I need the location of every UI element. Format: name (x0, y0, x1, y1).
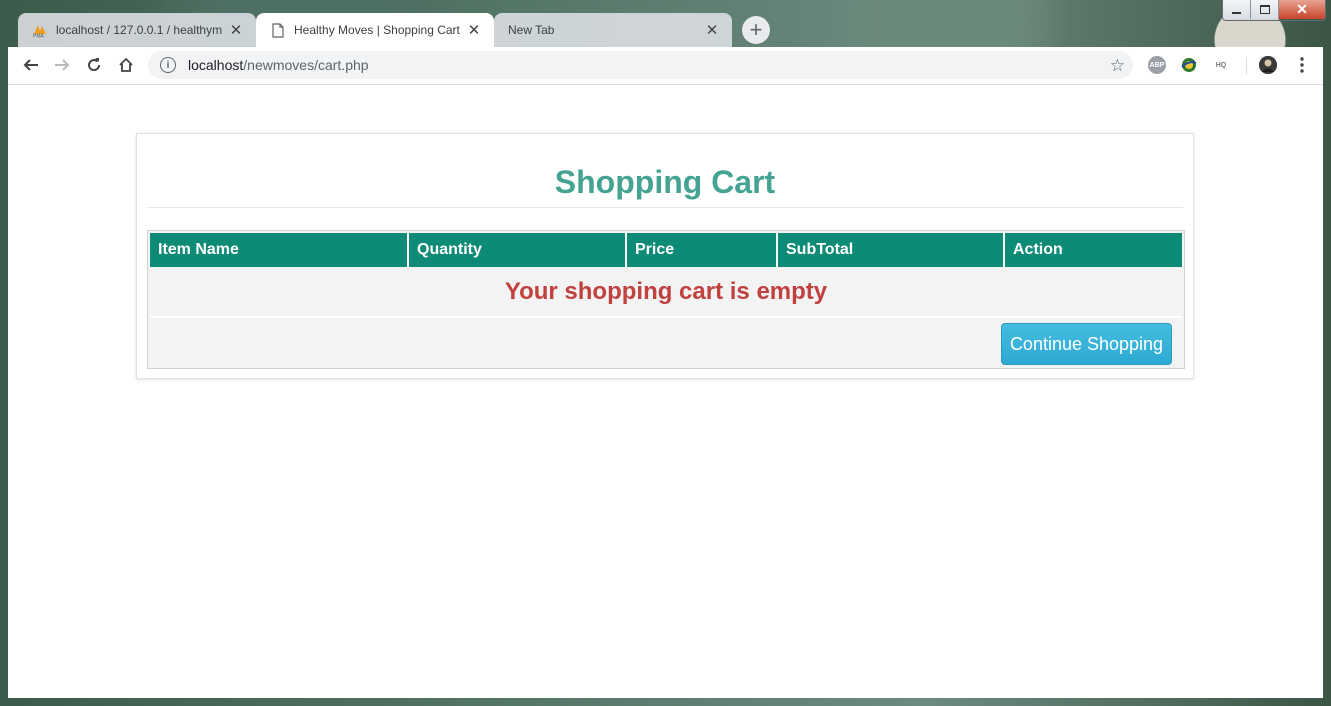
minimize-button[interactable] (1223, 0, 1251, 19)
maximize-icon (1259, 5, 1270, 14)
new-tab-button[interactable]: + (742, 16, 770, 44)
back-button[interactable] (20, 54, 42, 76)
address-bar[interactable]: i localhost/newmoves/cart.php ☆ (148, 51, 1133, 79)
tab-title: New Tab (508, 23, 555, 37)
tab-title: localhost / 127.0.0.1 / healthymo (56, 23, 222, 37)
arrow-right-icon (55, 59, 70, 71)
cart-panel: Shopping Cart Item Name Quantity Price S… (136, 133, 1194, 379)
arrow-left-icon (23, 59, 38, 71)
browser-toolbar: i localhost/newmoves/cart.php ☆ ABP HQ (8, 47, 1323, 85)
avatar[interactable] (1259, 56, 1277, 74)
pma-icon: PMA (32, 22, 48, 38)
minimize-icon (1232, 11, 1241, 14)
globe-extension-icon[interactable] (1180, 56, 1198, 74)
column-header-subtotal: SubTotal (778, 233, 1005, 267)
window-close-button[interactable]: ✕ (1279, 0, 1325, 19)
reload-icon (88, 58, 101, 72)
browser-window: ✕ PMA localhost / 127.0.0.1 / healthymo … (0, 0, 1331, 706)
page-icon (270, 22, 286, 38)
column-header-quantity: Quantity (409, 233, 627, 267)
title-divider (147, 207, 1183, 208)
window-controls: ✕ (1222, 0, 1326, 21)
cloudhq-icon[interactable]: HQ (1212, 56, 1230, 74)
plus-icon: + (749, 17, 763, 42)
toolbar-divider (1246, 57, 1247, 75)
tab-shopping-cart[interactable]: Healthy Moves | Shopping Cart ✕ (256, 13, 494, 47)
kebab-menu-icon (1300, 57, 1304, 73)
maximize-button[interactable] (1251, 0, 1279, 19)
url-path: /newmoves/cart.php (243, 57, 369, 73)
column-header-item-name: Item Name (150, 233, 409, 267)
continue-shopping-button[interactable]: Continue Shopping (1001, 323, 1172, 365)
menu-button[interactable] (1291, 54, 1313, 76)
empty-cart-message: Your shopping cart is empty (150, 267, 1182, 318)
page-viewport: Shopping Cart Item Name Quantity Price S… (8, 85, 1323, 698)
table-header: Item Name Quantity Price SubTotal Action (150, 233, 1182, 267)
tab-close-icon[interactable]: ✕ (228, 22, 244, 39)
page-title: Shopping Cart (554, 164, 776, 200)
info-icon[interactable]: i (160, 57, 176, 73)
table-footer-row: Continue Shopping (150, 318, 1182, 366)
tab-close-icon[interactable]: ✕ (704, 22, 720, 39)
forward-button[interactable] (51, 54, 73, 76)
tab-close-icon[interactable]: ✕ (466, 22, 482, 39)
abp-icon[interactable]: ABP (1148, 56, 1166, 74)
url-host: localhost (188, 57, 244, 73)
column-header-price: Price (627, 233, 778, 267)
home-button[interactable] (115, 54, 137, 76)
tab-new-tab[interactable]: New Tab ✕ (494, 13, 732, 47)
svg-text:PMA: PMA (33, 34, 45, 39)
reload-button[interactable] (83, 54, 105, 76)
cart-table: Item Name Quantity Price SubTotal Action… (147, 230, 1185, 369)
url-text: localhost/newmoves/cart.php (188, 57, 369, 73)
close-icon: ✕ (1296, 1, 1308, 17)
home-icon (119, 57, 133, 72)
bookmark-star-icon[interactable]: ☆ (1110, 56, 1125, 76)
column-header-action: Action (1005, 233, 1182, 267)
tab-strip: PMA localhost / 127.0.0.1 / healthymo ✕ … (8, 13, 768, 47)
tab-title: Healthy Moves | Shopping Cart (294, 23, 460, 37)
tab-phpmyadmin[interactable]: PMA localhost / 127.0.0.1 / healthymo ✕ (18, 13, 256, 47)
